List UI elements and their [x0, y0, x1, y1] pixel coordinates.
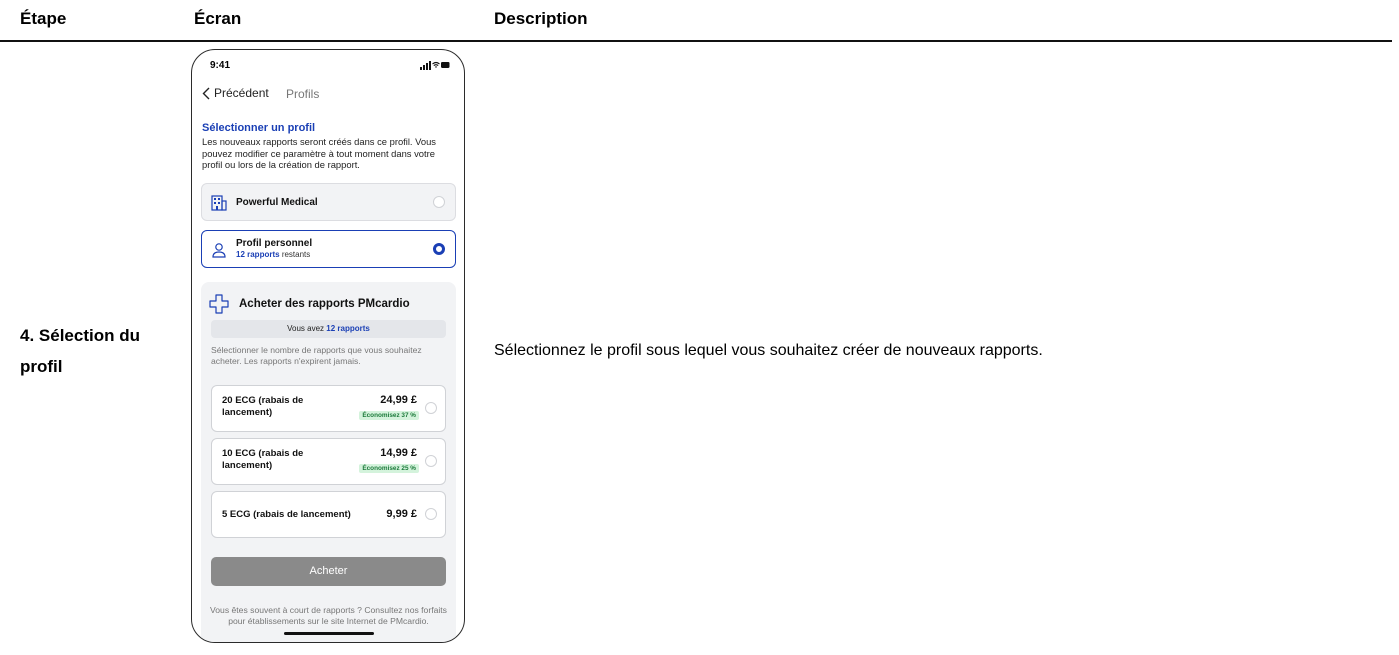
chevron-left-icon — [202, 87, 210, 99]
profile-option-organization[interactable]: Powerful Medical — [201, 183, 456, 221]
person-icon — [212, 243, 226, 258]
reports-balance: Vous avez 12 rapports — [211, 320, 446, 338]
option-price: 14,99 £ — [380, 447, 417, 459]
profile-option-personal[interactable]: Profil personnel 12 rapports restants — [201, 230, 456, 268]
step-description: Sélectionnez le profil sous lequel vous … — [494, 342, 1043, 359]
buy-reports-panel: Acheter des rapports PMcardio Vous avez … — [201, 282, 456, 642]
header-screen: Écran — [194, 9, 242, 28]
option-name: 20 ECG (rabais de lancement) — [222, 395, 304, 418]
profile-name: Powerful Medical — [236, 197, 318, 208]
option-name: 5 ECG (rabais de lancement) — [222, 509, 351, 520]
header-divider — [0, 40, 1392, 42]
status-icons — [420, 61, 450, 70]
buy-button[interactable]: Acheter — [211, 557, 446, 586]
savings-badge: Économisez 37 % — [359, 411, 419, 420]
profile-remaining: 12 rapports restants — [236, 250, 310, 259]
remaining-suffix: restants — [281, 250, 311, 259]
signal-icon — [420, 61, 431, 70]
option-radio[interactable] — [425, 402, 437, 414]
purchase-option[interactable]: 5 ECG (rabais de lancement) 9,99 £ — [211, 491, 446, 538]
profile-radio[interactable] — [433, 196, 445, 208]
back-button[interactable]: Précédent — [202, 86, 269, 100]
institution-plans-note: Vous êtes souvent à court de rapports ? … — [210, 605, 447, 626]
purchase-option[interactable]: 20 ECG (rabais de lancement) 24,99 £ Éco… — [211, 385, 446, 432]
savings-badge: Économisez 25 % — [359, 464, 419, 473]
battery-icon — [441, 62, 450, 68]
status-time: 9:41 — [210, 60, 231, 71]
medical-cross-icon — [209, 294, 229, 314]
balance-prefix: Vous avez — [287, 324, 325, 333]
home-indicator — [284, 632, 374, 635]
purchase-option[interactable]: 10 ECG (rabais de lancement) 14,99 £ Éco… — [211, 438, 446, 485]
option-name: 10 ECG (rabais de lancement) — [222, 448, 304, 471]
remaining-count: 12 rapports — [236, 250, 280, 259]
option-price: 9,99 £ — [386, 508, 417, 520]
nav-title: Profils — [286, 87, 320, 101]
header-description: Description — [494, 9, 588, 28]
wifi-icon — [432, 61, 440, 68]
building-icon — [211, 195, 227, 211]
option-price: 24,99 £ — [380, 394, 417, 406]
select-profile-title: Sélectionner un profil — [202, 122, 316, 134]
profile-radio-selected[interactable] — [433, 243, 445, 255]
option-radio[interactable] — [425, 455, 437, 467]
select-profile-description: Les nouveaux rapports seront créés dans … — [202, 136, 436, 170]
step-label: 4. Sélection du profil — [20, 326, 140, 376]
buy-title: Acheter des rapports PMcardio — [239, 298, 410, 310]
option-radio[interactable] — [425, 508, 437, 520]
balance-count: 12 rapports — [326, 324, 370, 333]
back-label: Précédent — [214, 86, 269, 100]
phone-screen: 9:41 Précédent Profils Sélectionner un p… — [191, 49, 465, 643]
profile-name: Profil personnel — [236, 238, 313, 249]
header-step: Étape — [20, 9, 67, 28]
buy-hint: Sélectionner le nombre de rapports que v… — [211, 345, 422, 366]
